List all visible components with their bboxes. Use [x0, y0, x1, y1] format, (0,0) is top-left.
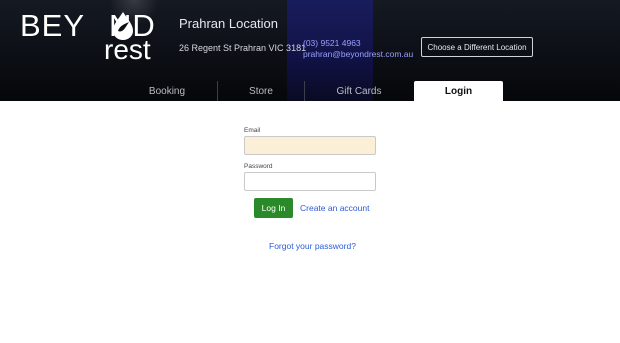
create-account-link[interactable]: Create an account — [300, 203, 369, 213]
location-email-link[interactable]: prahran@beyondrest.com.au — [303, 49, 413, 59]
location-title: Prahran Location — [179, 16, 279, 31]
main-nav-tabs: Booking Store Gift Cards Login — [0, 81, 620, 101]
choose-location-button[interactable]: Choose a Different Location — [421, 37, 533, 57]
site-header: BEY ND rest Prahran Location 26 Regent St… — [0, 0, 620, 101]
logo-text-rest: rest — [104, 34, 151, 65]
tab-login[interactable]: Login — [414, 81, 503, 101]
email-field[interactable] — [244, 136, 376, 155]
location-phone-link[interactable]: (03) 9521 4963 — [303, 38, 361, 48]
password-field[interactable] — [244, 172, 376, 191]
password-label: Password — [244, 163, 273, 170]
tab-booking[interactable]: Booking — [117, 81, 218, 101]
tab-gift-cards[interactable]: Gift Cards — [305, 81, 413, 101]
login-form: Email Password Log In Create an account … — [0, 101, 620, 343]
forgot-password-link[interactable]: Forgot your password? — [269, 241, 356, 251]
login-button[interactable]: Log In — [254, 198, 293, 218]
brand-logo[interactable]: BEY ND rest — [20, 10, 165, 64]
location-address: 26 Regent St Prahran VIC 3181 — [179, 43, 307, 53]
tab-store[interactable]: Store — [218, 81, 305, 101]
email-label: Email — [244, 127, 261, 134]
